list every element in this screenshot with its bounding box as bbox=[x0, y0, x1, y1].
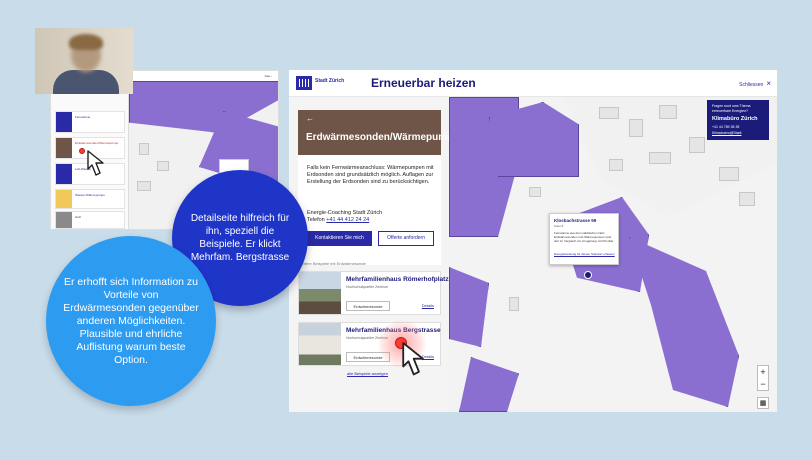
example-tag: Erdwärmesonde bbox=[346, 301, 390, 311]
annotation-text: Er erhofft sich Information zu Vorteile … bbox=[63, 275, 199, 366]
location-pin-icon[interactable] bbox=[584, 271, 592, 279]
all-examples-link[interactable]: alle Beispiele anzeigen bbox=[347, 371, 388, 376]
thumb-card: Holz bbox=[55, 211, 125, 229]
klimabuero-question: Fragen rund ums Thema erneuerbare Energi… bbox=[712, 104, 751, 113]
close-button[interactable]: Schliessen × bbox=[739, 79, 771, 88]
klimabuero-phone[interactable]: +41 44 789 35 35 bbox=[712, 125, 739, 129]
example-card-roemerhofplatz[interactable]: Mehrfamilienhaus Römerhofplatz Hochschul… bbox=[298, 271, 449, 315]
zoom-in-button[interactable]: + bbox=[758, 366, 768, 378]
popup-subtitle: Kreis 6 bbox=[554, 224, 564, 228]
brand-label: Stadt Zürich bbox=[315, 78, 345, 84]
popup-title: Klosbachstrasse 59 bbox=[554, 218, 597, 223]
annotation-text: Detailseite hilfreich für ihn, speziell … bbox=[190, 213, 290, 263]
page-title: Erneuerbar heizen bbox=[371, 76, 476, 90]
klimabuero-box: Fragen rund ums Thema erneuerbare Energi… bbox=[707, 100, 769, 140]
example-subtitle: Hochschulquartier Zentrum bbox=[346, 285, 389, 289]
zoom-out-button[interactable]: − bbox=[758, 378, 768, 390]
contact-button[interactable]: Kontaktieren Sie mich bbox=[307, 231, 372, 246]
map-popup: Klosbachstrasse 59 Kreis 6 Fernwärme aus… bbox=[549, 213, 619, 265]
webcam-feed bbox=[35, 28, 133, 94]
thumb-card: Wasser-Wärmepumpe bbox=[55, 189, 125, 209]
thumb-card: Fernwärme bbox=[55, 111, 125, 133]
cursor-icon bbox=[402, 342, 424, 376]
phone-prefix: Telefon bbox=[307, 217, 327, 223]
detail-heading: Erdwärmesonden/Wärmepumpe bbox=[306, 132, 459, 143]
phone-link[interactable]: +41 44 412 24 24 bbox=[326, 217, 369, 223]
example-photo bbox=[299, 323, 341, 365]
example-details-link[interactable]: Details bbox=[422, 303, 434, 308]
slide: Fernwärme Erdwärmesonden/Wärmepumpe Luft… bbox=[0, 0, 812, 460]
thumb-toolbar: Neu › bbox=[264, 74, 272, 78]
example-title: Mehrfamilienhaus Römerhofplatz bbox=[346, 276, 449, 283]
annotation-bubble-info: Er erhofft sich Information zu Vorteile … bbox=[46, 236, 216, 406]
layers-icon[interactable]: ▦ bbox=[757, 397, 769, 409]
klimabuero-name: Klimabüro Zürich bbox=[712, 116, 758, 122]
detail-header: ← Erdwärmesonden/Wärmepumpe bbox=[298, 110, 459, 155]
zoom-control: + − bbox=[757, 365, 769, 391]
offer-button[interactable]: Offerte anfordern bbox=[378, 231, 434, 246]
close-label: Schliessen bbox=[739, 82, 764, 88]
coaching-contact: Energie-Coaching Stadt Zürich Telefon +4… bbox=[307, 210, 382, 224]
map-view[interactable]: Klosbachstrasse 59 Kreis 6 Fernwärme aus… bbox=[449, 97, 777, 412]
klimabuero-mail[interactable]: Klimabuero@Stadt bbox=[712, 131, 741, 135]
popup-text: Fernwärme aus dem städtischen Netz. Erdw… bbox=[554, 231, 614, 243]
app-window: Stadt Zürich Erneuerbar heizen Schliesse… bbox=[289, 70, 777, 412]
close-icon: × bbox=[766, 79, 771, 88]
popup-link[interactable]: Energieberatung für diesen Standort erfa… bbox=[554, 252, 616, 256]
zurich-logo-icon bbox=[296, 76, 312, 90]
coaching-label: Energie-Coaching Stadt Zürich bbox=[307, 210, 383, 216]
detail-body: Falls kein Fernwärmeanschluss: Wärmepump… bbox=[298, 155, 441, 265]
examples-label: Weitere Beispiele mit Erdwärmesonde bbox=[298, 261, 366, 266]
app-header: Stadt Zürich Erneuerbar heizen Schliesse… bbox=[289, 70, 777, 97]
cursor-icon bbox=[87, 150, 104, 176]
arrow-left-icon[interactable]: ← bbox=[306, 114, 314, 123]
detail-description: Falls kein Fernwärmeanschluss: Wärmepump… bbox=[307, 165, 434, 185]
example-photo bbox=[299, 272, 341, 314]
